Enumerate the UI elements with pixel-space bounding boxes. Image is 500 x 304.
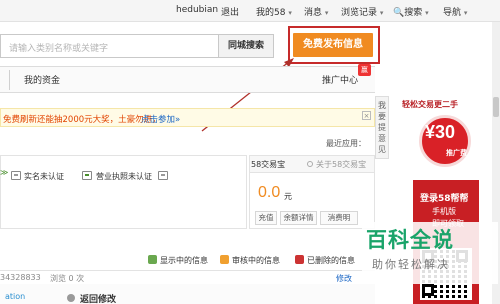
balance-unit: 元 — [284, 192, 292, 201]
username-link[interactable]: hedubian — [176, 5, 218, 15]
watermark-title: 百科全说 — [366, 228, 454, 252]
tab-divider — [9, 70, 10, 90]
messages-label: 消息 — [304, 8, 323, 18]
nav-menu[interactable]: 导航 ▾ — [443, 5, 467, 18]
tab-about-treasure[interactable]: 关于58交易宝 — [316, 159, 366, 170]
info-id: 34328833 — [0, 273, 41, 282]
notice-text: 免费刷新还能抽2000元大奖，土豪勿进， — [3, 115, 161, 125]
chevron-down-icon: ▾ — [425, 9, 429, 17]
watermark-subtitle: 助你轻松解决 — [372, 258, 450, 271]
ad-slogan: 轻松交易更二手 — [402, 100, 458, 109]
win-badge: 赢 — [358, 64, 371, 76]
notice-link[interactable]: 点击参加» — [141, 113, 180, 125]
balance-detail-button[interactable]: 余额详情 — [280, 211, 317, 225]
balance-amount: 0.0 — [258, 184, 281, 201]
card-icon — [158, 171, 168, 180]
deleted-icon — [295, 255, 304, 264]
verify-left-marker: ≫ — [0, 168, 9, 177]
history-label: 浏览记录 — [341, 8, 378, 18]
search-input[interactable]: 请输入类别名称或关键字 — [0, 34, 219, 58]
search-icon: 🔍 — [393, 8, 405, 18]
showing-icon — [148, 255, 157, 264]
view-count: 浏览 0 次 — [50, 274, 85, 283]
filter-showing[interactable]: 显示中的信息 — [160, 255, 208, 266]
ad-amount: ¥30 — [425, 122, 456, 142]
nav-label: 导航 — [443, 8, 462, 18]
messages-menu[interactable]: 消息 ▾ — [304, 5, 328, 18]
chevron-down-icon: ▾ — [324, 9, 329, 17]
history-menu[interactable]: 浏览记录 ▾ — [341, 5, 383, 18]
feedback-char-4: 意 — [378, 134, 386, 143]
info-icon — [307, 161, 313, 167]
license-icon — [82, 171, 92, 180]
publish-info-button[interactable]: 免费发布信息 — [293, 33, 373, 57]
logout-link[interactable]: 退出 — [221, 5, 239, 18]
feedback-char-5: 见 — [378, 145, 386, 154]
my58-menu[interactable]: 我的58 ▾ — [256, 5, 292, 18]
my58-label: 我的58 — [256, 8, 286, 18]
search-menu[interactable]: 🔍搜索 ▾ — [393, 5, 429, 18]
search-placeholder: 请输入类别名称或关键字 — [9, 44, 109, 54]
license-status[interactable]: 营业执照未认证 — [96, 171, 152, 182]
feedback-char-2: 要 — [378, 112, 386, 121]
row-radio[interactable] — [67, 294, 75, 302]
feedback-tab[interactable]: 我 要 提 意 见 — [375, 96, 389, 159]
tab-promotion-center[interactable]: 推广中心 — [322, 73, 358, 86]
reviewing-icon — [220, 255, 229, 264]
chevron-down-icon: ▾ — [379, 9, 384, 17]
ad-card-label: 推广费 — [446, 149, 467, 157]
ad-line-1: 登录58帮帮 — [420, 194, 469, 204]
notice-bar: 免费刷新还能抽2000元大奖，土豪勿进， 点击参加» — [0, 108, 375, 127]
recharge-button[interactable]: 充值 — [255, 211, 277, 225]
row-divider — [0, 270, 375, 271]
tab-58-treasure[interactable]: 58交易宝 — [251, 159, 285, 170]
edit-link[interactable]: 修改 — [336, 273, 352, 284]
chevron-down-icon: ▾ — [463, 9, 468, 17]
filter-reviewing[interactable]: 审核中的信息 — [232, 255, 280, 266]
filter-deleted[interactable]: 已删除的信息 — [307, 255, 355, 266]
qr-corner — [422, 284, 434, 296]
top-bar: hedubian 退出 我的58 ▾ 消息 ▾ 浏览记录 ▾ 🔍搜索 ▾ 导航 … — [0, 0, 500, 22]
tab-my-assets[interactable]: 我的资金 — [24, 73, 60, 86]
return-edit-action[interactable]: 返回修改 — [80, 292, 116, 304]
status-label: ation — [5, 292, 26, 301]
feedback-char-3: 提 — [378, 123, 386, 132]
chevron-down-icon: ▾ — [288, 9, 292, 17]
realname-status[interactable]: 实名未认证 — [24, 171, 64, 182]
scrollbar-thumb[interactable] — [493, 97, 499, 117]
feedback-char-1: 我 — [378, 101, 386, 110]
ad-line-2: 手机版 — [432, 207, 456, 216]
verification-panel — [0, 155, 247, 229]
recent-apps-label: 最近应用： — [326, 139, 366, 148]
consumption-detail-button[interactable]: 消费明 — [320, 211, 358, 225]
table-row — [0, 284, 375, 304]
close-icon[interactable]: × — [362, 111, 371, 120]
id-card-icon — [11, 171, 21, 180]
search-menu-label: 搜索 — [404, 8, 423, 18]
